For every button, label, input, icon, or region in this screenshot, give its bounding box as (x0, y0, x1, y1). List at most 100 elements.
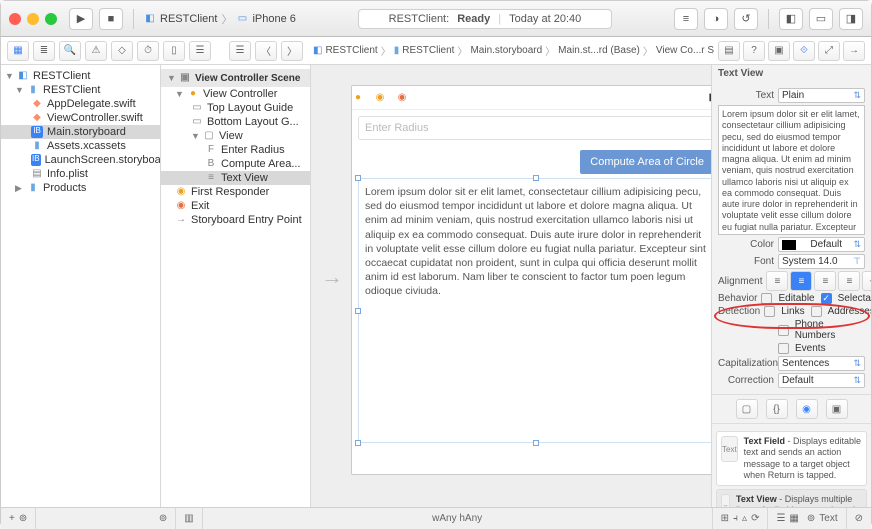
tree-row-file[interactable]: IBLaunchScreen.storyboard (1, 153, 160, 167)
outline-toggle-button[interactable]: ☰ (229, 41, 251, 61)
issue-navigator-tab[interactable]: ⚠ (85, 41, 107, 61)
library-objects-tab[interactable]: ◉ (796, 399, 818, 419)
inspector-file-tab[interactable]: ▤ (718, 41, 740, 61)
align-center-button[interactable]: ≡ (790, 271, 812, 291)
tree-row-file[interactable]: ▮Assets.xcassets (1, 139, 160, 153)
library-media-tab[interactable]: ▣ (826, 399, 848, 419)
outline-entry-point[interactable]: →Storyboard Entry Point (161, 213, 310, 227)
library-filter-field[interactable]: Text (819, 513, 837, 524)
library-list-view[interactable]: ☰ (776, 513, 785, 524)
close-window-button[interactable] (9, 13, 21, 25)
scheme-selector[interactable]: ◧ RESTClient 〉 ▭ iPhone 6 (144, 11, 296, 27)
outline-exit[interactable]: ◉Exit (161, 199, 310, 213)
outline-textfield[interactable]: FEnter Radius (161, 143, 310, 157)
capitalization-select[interactable]: Sentences⇅ (778, 356, 865, 371)
add-button[interactable]: + (9, 513, 15, 524)
outline-viewcontroller[interactable]: ▼●View Controller (161, 87, 310, 101)
canvas-view-controller[interactable]: ● ◉ ◉ ▮ Enter Radius Compute Area of Cir… (351, 85, 711, 475)
tree-row-file[interactable]: ◆AppDelegate.swift (1, 97, 160, 111)
breakpoint-navigator-tab[interactable]: ▯ (163, 41, 185, 61)
filter-button[interactable]: ⊚ (19, 513, 27, 524)
nav-back-button[interactable]: 〈 (255, 41, 277, 61)
zoom-window-button[interactable] (45, 13, 57, 25)
editor-assistant-button[interactable]: ◑ (704, 8, 728, 30)
tree-row-file-selected[interactable]: IBMain.storyboard (1, 125, 160, 139)
canvas-textview-selected[interactable]: Lorem ipsum dolor sit er elit lamet, con… (358, 178, 711, 443)
library-grid-view[interactable]: ▦ (789, 513, 798, 524)
ib-canvas[interactable]: → ● ◉ ◉ ▮ Enter Radius Compute Area of C… (311, 65, 711, 507)
pin-button[interactable]: ⫞ (733, 513, 738, 524)
selectable-checkbox[interactable]: ✓ (821, 293, 832, 304)
resizing-button[interactable]: ⟳ (751, 513, 759, 524)
outline-top-guide[interactable]: ▭Top Layout Guide (161, 101, 310, 115)
text-type-select[interactable]: Plain⇅ (778, 88, 865, 103)
inspector-attributes-tab[interactable]: ⟐ (793, 41, 815, 61)
phone-checkbox[interactable] (778, 325, 789, 336)
outline-scene-header[interactable]: ▼▣View Controller Scene (161, 69, 310, 87)
jump-bar[interactable]: ◧ RESTClient〉 ▮ RESTClient〉 Main.storybo… (313, 43, 714, 58)
minimize-window-button[interactable] (27, 13, 39, 25)
align-left-button[interactable]: ≡ (766, 271, 788, 291)
align-natural-button[interactable]: ─ (862, 271, 871, 291)
tree-row-products[interactable]: ▶▮Products (1, 181, 160, 195)
textfield-icon: Text (721, 436, 738, 462)
library-code-snippets-tab[interactable]: {} (766, 399, 788, 419)
tree-row-project[interactable]: ▼◧RESTClient (1, 69, 160, 83)
canvas-compute-button[interactable]: Compute Area of Circle (580, 150, 711, 174)
outline-textview-selected[interactable]: ≡Text View (161, 171, 310, 185)
textview-icon: ≡ (721, 494, 730, 507)
addresses-checkbox[interactable] (811, 306, 822, 317)
events-checkbox[interactable] (778, 343, 789, 354)
filter-icon[interactable]: ⊚ (159, 513, 167, 524)
traffic-lights (9, 13, 57, 25)
outline-button[interactable]: BCompute Area... (161, 157, 310, 171)
library-item-textview[interactable]: ≡ Text View - Displays multiple lines of… (716, 489, 867, 507)
align-right-button[interactable]: ≡ (814, 271, 836, 291)
resolve-button[interactable]: ▵ (742, 513, 747, 524)
library-item-textfield[interactable]: Text Text Field - Displays editable text… (716, 431, 867, 486)
nav-forward-button[interactable]: 〉 (281, 41, 303, 61)
align-button[interactable]: ⊞ (721, 513, 729, 524)
toggle-debug-button[interactable]: ▭ (809, 8, 833, 30)
editor-standard-button[interactable]: ≡ (674, 8, 698, 30)
activity-viewer: RESTClient: Ready | Today at 20:40 (302, 9, 668, 29)
debug-navigator-tab[interactable]: ⏱ (137, 41, 159, 61)
color-select[interactable]: Default⇅ (778, 237, 865, 252)
outline-first-responder[interactable]: ◉First Responder (161, 185, 310, 199)
editable-checkbox[interactable] (761, 293, 772, 304)
toggle-navigator-button[interactable]: ◧ (779, 8, 803, 30)
outline-bottom-guide[interactable]: ▭Bottom Layout G... (161, 115, 310, 129)
size-class-control[interactable]: wAny hAny (432, 513, 482, 524)
entry-point-arrow-icon: → (321, 264, 343, 290)
project-navigator-tab[interactable]: ▦ (7, 41, 29, 61)
outline-view-toggle[interactable]: ▥ (184, 513, 193, 524)
font-select[interactable]: System 14.0⊤ (778, 254, 865, 269)
toggle-utilities-button[interactable]: ◨ (839, 8, 863, 30)
text-body-field[interactable]: Lorem ipsum dolor sit er elit lamet, con… (718, 105, 865, 235)
inspector-connections-tab[interactable]: → (843, 41, 865, 61)
outline-view[interactable]: ▼▢View (161, 129, 310, 143)
symbol-navigator-tab[interactable]: ≣ (33, 41, 55, 61)
correction-select[interactable]: Default⇅ (778, 373, 865, 388)
attributes-inspector: Text View Text Plain⇅ Lorem ipsum dolor … (711, 65, 871, 507)
links-checkbox[interactable] (764, 306, 775, 317)
stop-button[interactable]: ■ (99, 8, 123, 30)
tree-row-group[interactable]: ▼▮RESTClient (1, 83, 160, 97)
library-file-templates-tab[interactable]: ▢ (736, 399, 758, 419)
folder-icon: ▮ (394, 45, 400, 57)
window-toolbar: ▶ ■ ◧ RESTClient 〉 ▭ iPhone 6 RESTClient… (1, 1, 871, 37)
inspector-identity-tab[interactable]: ▣ (768, 41, 790, 61)
canvas-textfield[interactable]: Enter Radius (358, 116, 711, 140)
inspector-size-tab[interactable]: ⤢ (818, 41, 840, 61)
test-navigator-tab[interactable]: ◇ (111, 41, 133, 61)
find-navigator-tab[interactable]: 🔍 (59, 41, 81, 61)
align-justify-button[interactable]: ≡ (838, 271, 860, 291)
font-label: Font (718, 256, 774, 267)
tree-row-file[interactable]: ▤Info.plist (1, 167, 160, 181)
report-navigator-tab[interactable]: ☰ (189, 41, 211, 61)
inspector-help-tab[interactable]: ? (743, 41, 765, 61)
tree-row-file[interactable]: ◆ViewController.swift (1, 111, 160, 125)
bottom-bar: +⊚ ⊚ ▥ wAny hAny ⊞⫞▵⟳ ☰▦⊚Text ⊘ (1, 507, 871, 529)
run-button[interactable]: ▶ (69, 8, 93, 30)
editor-version-button[interactable]: ↺ (734, 8, 758, 30)
